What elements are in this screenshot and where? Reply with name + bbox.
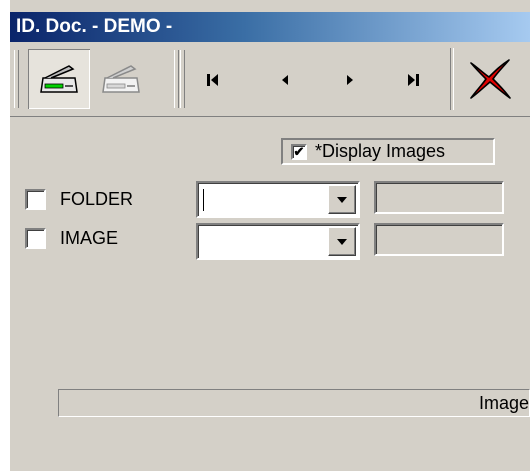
first-record-button[interactable] [193,62,233,98]
scan-button[interactable] [28,49,90,109]
previous-record-icon [282,75,288,85]
display-images-box: ✔ *Display Images [281,138,495,165]
chevron-down-icon [337,196,347,203]
first-record-icon [207,74,218,86]
display-images-label: *Display Images [315,141,446,161]
image-label: IMAGE [60,228,119,248]
status-bar: Image [58,389,530,417]
folder-checkbox[interactable] [25,189,46,210]
display-images-checkbox[interactable]: ✔ [291,143,307,160]
toolbar-grip-3[interactable] [180,50,185,108]
status-text: Image [478,393,529,413]
last-record-icon [408,74,419,86]
checkmark-icon: ✔ [293,144,305,159]
folder-field[interactable] [374,181,504,214]
image-combo[interactable] [196,223,360,260]
toolbar-separator [450,48,454,110]
title-bar: ID. Doc. - DEMO - [10,12,530,42]
chevron-down-icon [337,238,347,245]
folder-row: FOLDER [25,189,133,210]
red-x-icon [470,59,511,99]
previous-record-button[interactable] [265,62,305,98]
image-field[interactable] [374,223,504,256]
last-record-button[interactable] [393,62,433,98]
next-record-icon [347,75,353,85]
image-combo-dropdown[interactable] [328,227,356,256]
folder-label: FOLDER [60,189,134,209]
image-checkbox[interactable] [25,228,46,249]
folder-combo-dropdown[interactable] [328,185,356,214]
scan-disabled-button[interactable] [90,49,152,109]
folder-combo[interactable] [196,181,360,218]
image-row: IMAGE [25,228,118,249]
toolbar-grip-2[interactable] [174,50,179,108]
next-record-button[interactable] [330,62,370,98]
text-caret [203,189,204,211]
window-title: ID. Doc. - DEMO - [16,16,173,37]
app-window: ID. Doc. - DEMO - ✔ *Display Images FOLD… [10,0,530,471]
close-button[interactable] [460,49,520,109]
toolbar-grip[interactable] [14,50,19,108]
scanner-gray-icon [102,65,140,93]
toolbar [10,42,530,117]
scanner-green-icon [40,65,78,93]
